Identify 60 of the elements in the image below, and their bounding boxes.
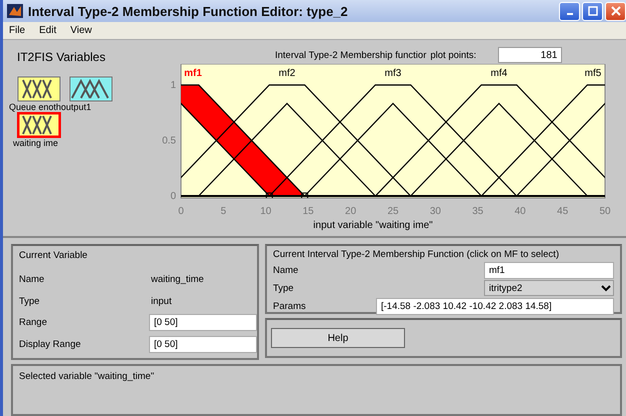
panel-title: IT2FIS Variables <box>17 50 106 64</box>
variable-tile[interactable] <box>17 76 61 102</box>
field-label: Name <box>273 264 300 276</box>
x-tick-label: 30 <box>430 206 441 217</box>
variable-tile[interactable] <box>17 112 61 138</box>
panel-title: Current Interval Type-2 Membership Function (click on MF to select) <box>273 249 560 261</box>
y-tick-label: 1 <box>170 80 176 91</box>
status-text: Selected variable "waiting_time" <box>19 371 154 382</box>
maximize-icon <box>588 6 598 16</box>
minimize-button[interactable] <box>559 2 580 20</box>
plot-points-label: plot points: <box>430 50 476 60</box>
field-label: Params <box>273 300 307 312</box>
app-icon <box>7 4 23 18</box>
maximize-button[interactable] <box>582 2 603 20</box>
plot-title: Interval Type-2 Membership functior <box>275 50 426 60</box>
field-label: Type <box>273 282 295 294</box>
mf-label[interactable]: mf3 <box>384 68 402 79</box>
y-tick-label: 0.5 <box>162 136 176 146</box>
menu-item[interactable]: View <box>70 25 92 36</box>
x-tick-label: 10 <box>260 206 272 217</box>
input-field[interactable]: [-14.58 -2.083 10.42 -10.42 2.083 14.58] <box>376 298 614 314</box>
mf-label[interactable]: mf1 <box>184 68 202 79</box>
field-value: waiting_time <box>150 274 204 285</box>
x-tick-label: 0 <box>178 206 184 217</box>
mf-label[interactable]: mf2 <box>278 68 296 79</box>
y-tick-label: 0 <box>170 191 176 202</box>
field-label: Type <box>19 296 41 307</box>
x-tick-label: 20 <box>345 206 356 217</box>
mf-label[interactable]: mf4 <box>490 68 508 79</box>
x-tick-label: 25 <box>387 206 399 217</box>
input-field[interactable]: mf1 <box>484 262 614 278</box>
x-tick-label: 5 <box>220 206 226 217</box>
x-axis-label: input variable "waiting ime" <box>313 220 433 231</box>
variable-label: output1 <box>61 102 92 112</box>
panel-title: Current Variable <box>19 250 88 261</box>
menu-item[interactable]: File <box>9 25 26 36</box>
close-icon <box>610 6 620 16</box>
type-dropdown[interactable]: itritype2 <box>484 280 614 296</box>
close-button[interactable] <box>605 2 626 20</box>
x-tick-label: 45 <box>557 206 568 217</box>
mf-label[interactable]: mf5 <box>584 68 602 79</box>
plot-points-field[interactable]: 181 <box>498 47 562 63</box>
field-label: Display Range <box>19 339 82 350</box>
window-title: Interval Type-2 Membership Function Editor: type_2 <box>28 4 349 18</box>
x-tick-label: 35 <box>472 206 484 217</box>
membership-functions-drawing[interactable] <box>181 84 605 198</box>
menu-item[interactable]: Edit <box>39 25 56 36</box>
field-label: Range <box>19 317 48 328</box>
input-field[interactable]: [0 50] <box>149 314 257 332</box>
input-field[interactable]: [0 50] <box>149 336 257 354</box>
variable-label: waiting ime <box>13 138 58 148</box>
field-value: input <box>150 296 172 307</box>
x-tick-label: 50 <box>599 206 611 217</box>
variable-tile[interactable] <box>69 76 114 102</box>
x-tick-label: 40 <box>514 206 526 217</box>
x-tick-label: 15 <box>302 206 314 217</box>
minimize-icon <box>566 13 572 15</box>
variable-label: Queue enoth <box>9 102 62 112</box>
help-button[interactable]: Help <box>271 328 405 348</box>
field-label: Name <box>19 274 46 285</box>
